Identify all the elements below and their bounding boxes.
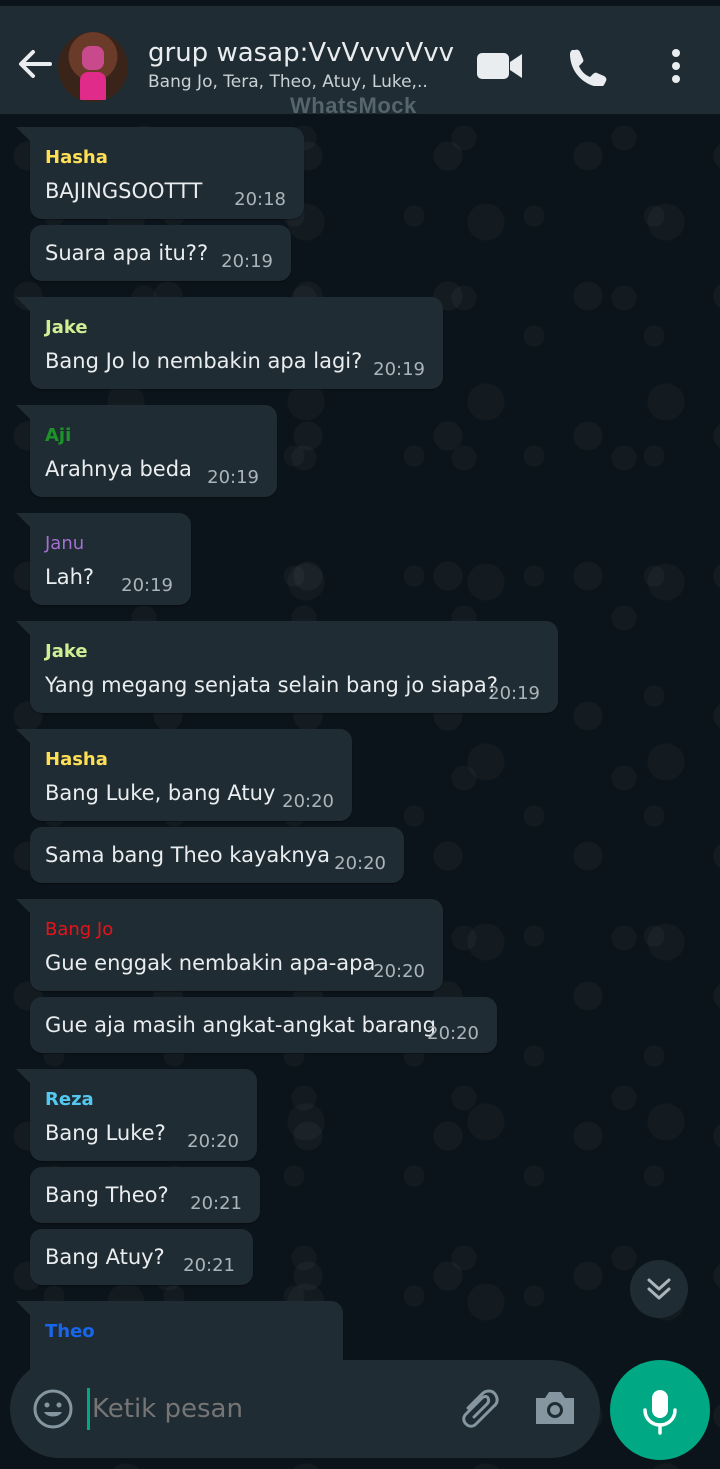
sender-name: Jake xyxy=(45,317,88,338)
message-bubble[interactable]: Suara apa itu?? 20:19 xyxy=(30,225,291,281)
message-time: 20:20 xyxy=(187,1131,239,1152)
sender-name: Hasha xyxy=(45,749,108,770)
chat-header: grup wasap:VvVvvvVvv Bang Jo, Tera, Theo… xyxy=(0,0,720,118)
message-text: Suara apa itu?? xyxy=(45,241,209,265)
microphone-icon[interactable] xyxy=(610,1360,710,1460)
message-text: Bang Jo lo nembakin apa lagi? xyxy=(45,349,363,373)
sender-name: Janu xyxy=(45,533,85,554)
more-options-icon[interactable] xyxy=(660,46,692,86)
message-bubble[interactable]: Hasha Bang Luke, bang Atuy 20:20 xyxy=(16,729,352,821)
message-text: Gue aja masih angkat-angkat barang xyxy=(45,1013,436,1037)
video-call-icon[interactable] xyxy=(476,46,524,86)
sender-name: Aji xyxy=(45,425,72,446)
message-bubble[interactable]: Reza Bang Luke? 20:20 xyxy=(16,1069,257,1161)
sender-name: Hasha xyxy=(45,147,108,168)
message-time: 20:19 xyxy=(488,683,540,704)
message-time: 20:19 xyxy=(221,251,273,272)
voice-call-icon[interactable] xyxy=(566,46,614,86)
message-text: Sama bang Theo kayaknya xyxy=(45,843,331,867)
attach-icon[interactable] xyxy=(454,1386,502,1432)
message-bubble[interactable]: Janu Lah? 20:19 xyxy=(16,513,191,605)
text-cursor xyxy=(87,1388,90,1430)
message-text: Lah? xyxy=(45,565,95,589)
group-members-subtitle[interactable]: Bang Jo, Tera, Theo, Atuy, Luke,.. xyxy=(148,72,428,92)
message-text: Bang Atuy? xyxy=(45,1245,165,1269)
message-time: 20:19 xyxy=(121,575,173,596)
message-time: 20:19 xyxy=(373,359,425,380)
message-text: Yang megang senjata selain bang jo siapa… xyxy=(45,673,498,697)
message-time: 20:19 xyxy=(207,467,259,488)
message-time: 20:20 xyxy=(334,853,386,874)
sender-name: Bang Jo xyxy=(45,919,114,940)
message-bubble[interactable]: Gue aja masih angkat-angkat barang 20:20 xyxy=(30,997,497,1053)
message-bubble[interactable]: Aji Arahnya beda 20:19 xyxy=(16,405,277,497)
message-time: 20:21 xyxy=(190,1193,242,1214)
message-time: 20:21 xyxy=(183,1255,235,1276)
message-text: Gue enggak nembakin apa-apa xyxy=(45,951,376,975)
group-avatar[interactable] xyxy=(58,32,128,102)
message-bubble[interactable]: Hasha BAJINGSOOTTT 20:18 xyxy=(16,127,304,219)
message-text: BAJINGSOOTTT xyxy=(45,179,203,203)
camera-icon[interactable] xyxy=(532,1388,578,1428)
sender-name: Reza xyxy=(45,1089,94,1110)
message-bubble[interactable]: Jake Yang megang senjata selain bang jo … xyxy=(16,621,558,713)
message-text: Bang Luke, bang Atuy xyxy=(45,781,276,805)
emoji-icon[interactable] xyxy=(32,1388,74,1430)
message-bubble[interactable]: Bang Jo Gue enggak nembakin apa-apa 20:2… xyxy=(16,899,443,991)
sender-name: Theo xyxy=(45,1321,95,1342)
message-bubble[interactable]: Bang Atuy? 20:21 xyxy=(30,1229,253,1285)
sender-name: Jake xyxy=(45,641,88,662)
message-text: Arahnya beda xyxy=(45,457,192,481)
message-bubble[interactable]: Jake Bang Jo lo nembakin apa lagi? 20:19 xyxy=(16,297,443,389)
message-bubble[interactable]: Bang Theo? 20:21 xyxy=(30,1167,260,1223)
scroll-down-icon[interactable] xyxy=(630,1260,688,1318)
group-title[interactable]: grup wasap:VvVvvvVvv xyxy=(148,38,454,68)
message-text: Bang Theo? xyxy=(45,1183,169,1207)
message-time: 20:20 xyxy=(282,791,334,812)
message-bubble[interactable]: Sama bang Theo kayaknya 20:20 xyxy=(30,827,404,883)
message-text: Bang Luke? xyxy=(45,1121,166,1145)
message-time: 20:18 xyxy=(234,189,286,210)
message-time: 20:20 xyxy=(373,961,425,982)
chat-area[interactable]: Hasha BAJINGSOOTTT 20:18 Suara apa itu??… xyxy=(0,114,720,1469)
back-arrow-icon[interactable] xyxy=(14,44,54,84)
message-time: 20:20 xyxy=(427,1023,479,1044)
message-input[interactable] xyxy=(92,1394,432,1424)
